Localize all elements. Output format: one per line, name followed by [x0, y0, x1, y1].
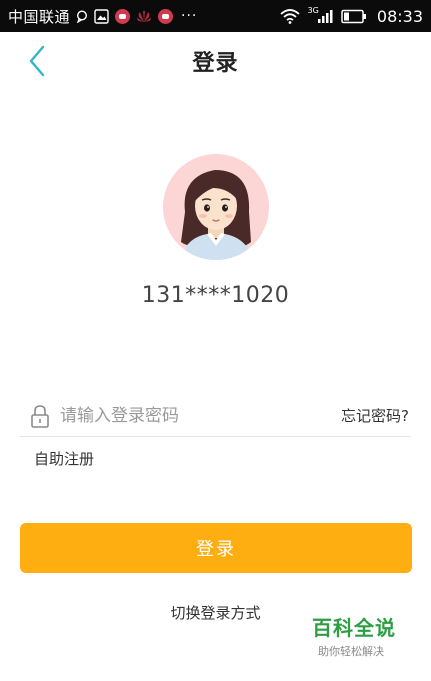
watermark-subtitle: 助你轻松解决: [318, 645, 384, 658]
status-right: 3G 08:33: [279, 5, 423, 26]
status-bar: 中国联通 ··· 3G 08:33: [0, 0, 431, 32]
login-button[interactable]: 登录: [20, 523, 412, 573]
avatar: [163, 154, 269, 260]
signal-icon: 3G: [307, 5, 333, 24]
app-badge-icon-2: [158, 8, 174, 24]
watermark: 百科全说 助你轻松解决: [312, 612, 422, 659]
wifi-icon: [279, 8, 300, 24]
forgot-password-link[interactable]: 忘记密码?: [341, 405, 409, 426]
password-input[interactable]: [60, 405, 342, 426]
status-left: 中国联通 ···: [8, 6, 280, 27]
back-button[interactable]: [20, 44, 54, 78]
network-type: 3G: [307, 5, 319, 15]
register-link[interactable]: 自助注册: [34, 448, 94, 469]
app-badge-icon: [115, 8, 131, 24]
account-number: 131****1020: [141, 283, 290, 308]
password-row: 忘记密码?: [20, 395, 411, 437]
image-icon: [94, 8, 109, 24]
carrier-name: 中国联通: [8, 7, 71, 26]
back-arrow-icon: [27, 45, 47, 77]
watermark-title: 百科全说: [312, 616, 396, 640]
header: 登录: [0, 32, 431, 90]
lock-icon: [30, 404, 50, 428]
more-notifications: ···: [181, 8, 198, 24]
battery-icon: [341, 9, 367, 24]
clock: 08:33: [376, 6, 423, 26]
message-icon: [76, 9, 88, 23]
huawei-icon: [136, 10, 152, 23]
page-title: 登录: [192, 51, 239, 76]
